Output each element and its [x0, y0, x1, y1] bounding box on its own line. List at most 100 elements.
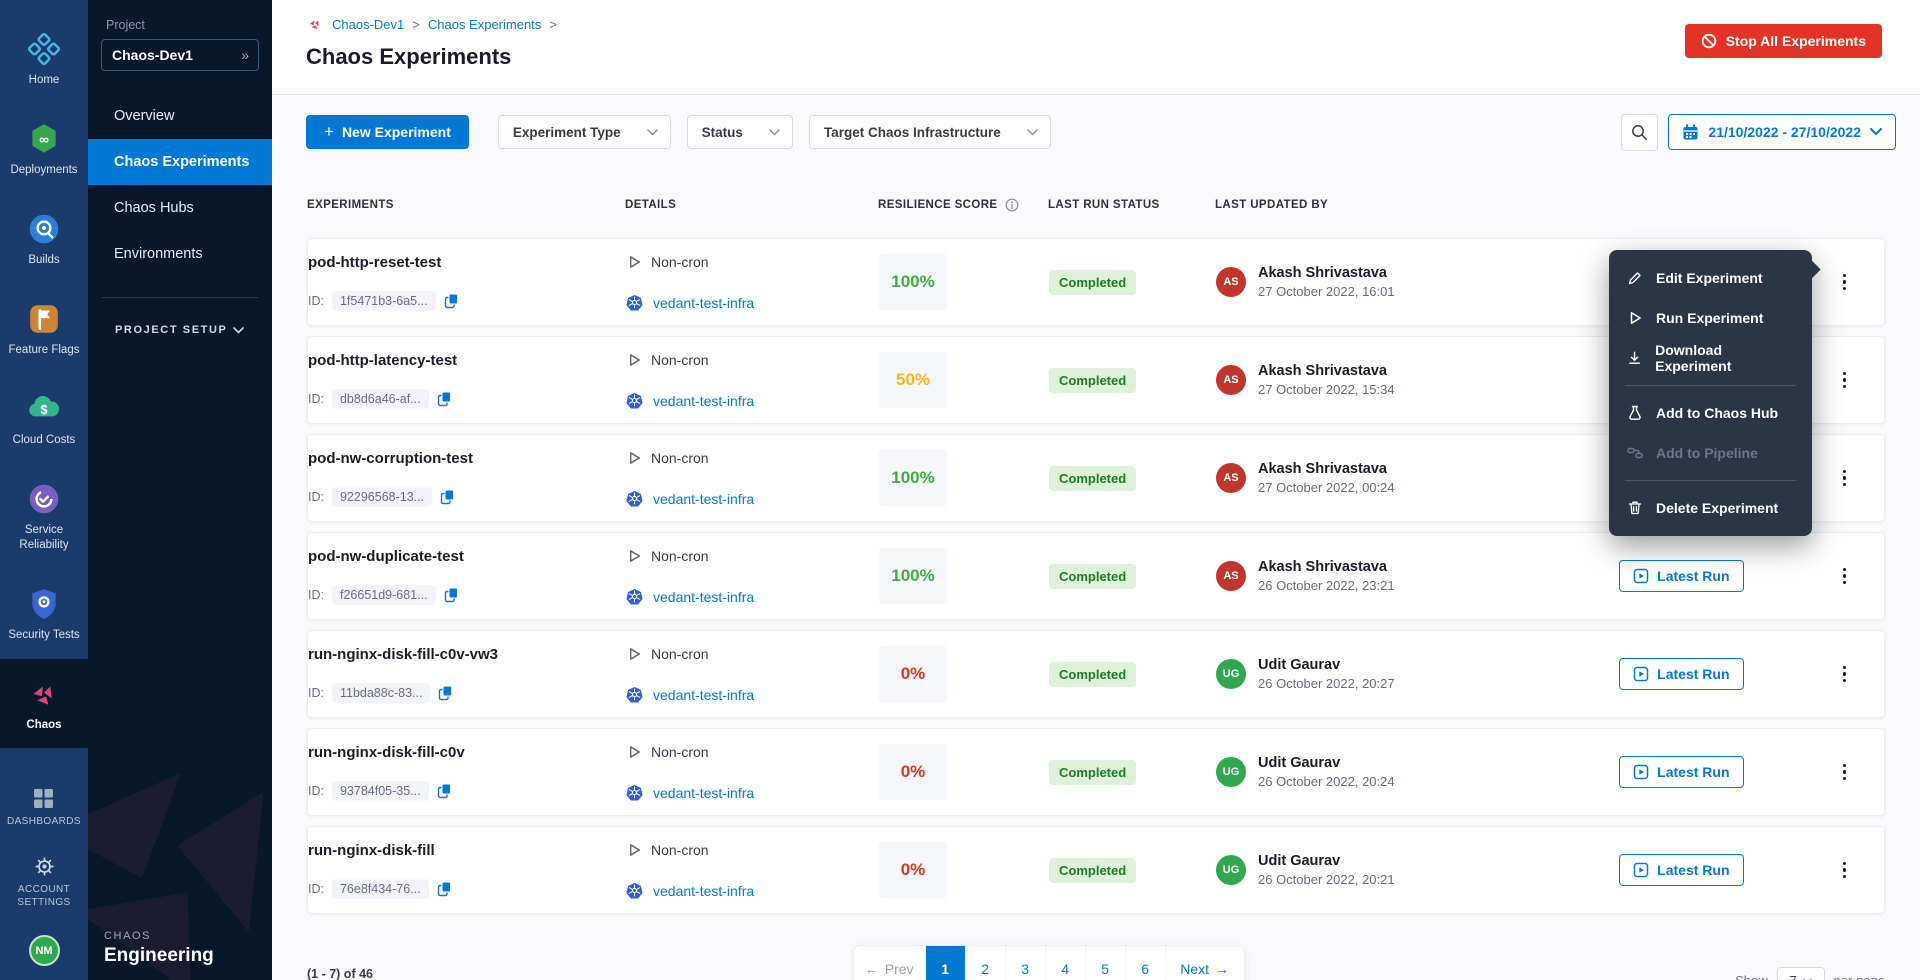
filter-experiment-type[interactable]: Experiment Type [498, 115, 671, 149]
menu-item-delete-experiment[interactable]: Delete Experiment [1609, 488, 1812, 528]
copy-icon[interactable] [440, 489, 455, 505]
experiment-name[interactable]: pod-http-latency-test [308, 352, 457, 369]
page-size-select[interactable]: 7 [1777, 967, 1825, 980]
infrastructure-link[interactable]: vedant-test-infra [653, 883, 754, 899]
latest-run-button[interactable]: Latest Run [1619, 560, 1743, 592]
info-icon[interactable] [1005, 198, 1019, 212]
calendar-icon [1682, 124, 1699, 141]
latest-run-button[interactable]: Latest Run [1619, 756, 1743, 788]
infrastructure-link[interactable]: vedant-test-infra [653, 393, 754, 409]
row-menu-button[interactable] [1838, 563, 1852, 590]
page-button-1[interactable]: 1 [926, 945, 966, 980]
row-menu-button[interactable] [1838, 661, 1852, 688]
menu-item-label: Add to Chaos Hub [1656, 405, 1778, 421]
row-menu-button[interactable] [1838, 465, 1852, 492]
next-page-button[interactable]: Next→ [1166, 945, 1244, 980]
sidebar-module-service-reliability[interactable]: Service Reliability [0, 464, 88, 569]
page-button-4[interactable]: 4 [1046, 945, 1086, 980]
page-button-6[interactable]: 6 [1126, 945, 1166, 980]
experiment-cell: pod-nw-corruption-test ID: 92296568-13..… [308, 435, 626, 521]
experiment-id-value: 76e8f434-76... [332, 879, 429, 899]
experiment-id-value: 1f5471b3-6a5... [332, 291, 436, 311]
resilience-score: 100% [879, 450, 947, 506]
infrastructure-link[interactable]: vedant-test-infra [653, 295, 754, 311]
copy-icon[interactable] [437, 783, 452, 799]
svg-text:∞: ∞ [39, 132, 49, 147]
chevron-down-icon [1027, 129, 1038, 136]
nav-item-chaos-hubs[interactable]: Chaos Hubs [88, 185, 272, 231]
sidebar-module-builds[interactable]: Builds [0, 194, 88, 284]
experiment-name[interactable]: run-nginx-disk-fill-c0v-vw3 [308, 646, 498, 663]
filter-label: Target Chaos Infrastructure [824, 125, 1001, 140]
details-cell: Non-cron vedant-test-infra [626, 239, 879, 325]
breadcrumb-page[interactable]: Chaos Experiments [428, 17, 541, 32]
experiment-name[interactable]: run-nginx-disk-fill-c0v [308, 744, 465, 761]
page-button-2[interactable]: 2 [966, 945, 1006, 980]
copy-icon[interactable] [437, 881, 452, 897]
menu-item-edit-experiment[interactable]: Edit Experiment [1609, 258, 1812, 298]
row-menu-button[interactable] [1838, 857, 1852, 884]
row-menu-button[interactable] [1838, 269, 1852, 296]
breadcrumb-project[interactable]: Chaos-Dev1 [332, 17, 404, 32]
experiment-row: run-nginx-disk-fill ID: 76e8f434-76... N… [307, 826, 1885, 914]
row-menu-button[interactable] [1838, 367, 1852, 394]
experiment-name[interactable]: pod-nw-corruption-test [308, 450, 473, 467]
sidebar-module-cloud-costs[interactable]: $ Cloud Costs [0, 374, 88, 464]
nav-item-environments[interactable]: Environments [88, 231, 272, 277]
nav-item-label: Chaos Experiments [114, 154, 249, 170]
experiment-name[interactable]: run-nginx-disk-fill [308, 842, 435, 859]
latest-run-button[interactable]: Latest Run [1619, 658, 1743, 690]
sidebar-module-feature-flags[interactable]: Feature Flags [0, 284, 88, 374]
experiment-id-value: 93784f05-35... [332, 781, 429, 801]
toolbar: + New Experiment Experiment Type Status … [272, 95, 1920, 156]
experiment-name[interactable]: pod-nw-duplicate-test [308, 548, 464, 565]
sidebar-module-deployments[interactable]: ∞ Deployments [0, 104, 88, 194]
nav-item-overview[interactable]: Overview [88, 93, 272, 139]
menu-item-run-experiment[interactable]: Run Experiment [1609, 298, 1812, 338]
sidebar-module-security-tests[interactable]: Security Tests [0, 569, 88, 659]
sidebar-account-settings[interactable]: ACCOUNT SETTINGS [9, 856, 79, 909]
infrastructure-link[interactable]: vedant-test-infra [653, 687, 754, 703]
menu-item-add-to-pipeline[interactable]: Add to Pipeline [1609, 433, 1812, 473]
menu-item-download-experiment[interactable]: Download Experiment [1609, 338, 1812, 378]
project-selector[interactable]: Chaos-Dev1 » [101, 39, 259, 71]
page-button-5[interactable]: 5 [1086, 945, 1126, 980]
copy-icon[interactable] [437, 391, 452, 407]
user-name: Akash Shrivastava [1258, 363, 1395, 379]
copy-icon[interactable] [444, 293, 459, 309]
infrastructure-link[interactable]: vedant-test-infra [653, 785, 754, 801]
sidebar-module-chaos[interactable]: Chaos [0, 659, 88, 749]
copy-icon[interactable] [438, 685, 453, 701]
latest-run-label: Latest Run [1657, 764, 1729, 780]
date-range-button[interactable]: 21/10/2022 - 27/10/2022 [1668, 114, 1896, 150]
latest-run-icon [1633, 764, 1649, 780]
user-avatar[interactable]: NM [29, 935, 60, 966]
user-avatar: UG [1216, 757, 1246, 787]
expand-icon[interactable]: » [241, 47, 249, 63]
infrastructure-line: vedant-test-infra [626, 294, 754, 311]
nav-item-chaos-experiments[interactable]: Chaos Experiments [88, 139, 272, 185]
experiment-name[interactable]: pod-http-reset-test [308, 254, 441, 271]
prev-page-button[interactable]: ←Prev [854, 945, 926, 980]
infrastructure-line: vedant-test-infra [626, 784, 754, 801]
infrastructure-link[interactable]: vedant-test-infra [653, 589, 754, 605]
filter-target-infrastructure[interactable]: Target Chaos Infrastructure [809, 115, 1051, 149]
row-menu-button[interactable] [1838, 759, 1852, 786]
svg-text:$: $ [40, 403, 47, 417]
filter-status[interactable]: Status [687, 115, 793, 149]
user-name: Udit Gaurav [1258, 657, 1395, 673]
latest-run-button[interactable]: Latest Run [1619, 854, 1743, 886]
project-setup-toggle[interactable]: PROJECT SETUP [88, 298, 272, 336]
sidebar-dashboards[interactable]: DASHBOARDS [7, 788, 81, 828]
infrastructure-link[interactable]: vedant-test-infra [653, 491, 754, 507]
new-experiment-button[interactable]: + New Experiment [306, 115, 469, 149]
stop-all-experiments-button[interactable]: Stop All Experiments [1685, 24, 1882, 58]
status-cell: Completed [1049, 533, 1216, 619]
next-label: Next [1180, 961, 1209, 977]
page-button-3[interactable]: 3 [1006, 945, 1046, 980]
sidebar-module-home[interactable]: Home [0, 14, 88, 104]
menu-item-add-to-chaos-hub[interactable]: Add to Chaos Hub [1609, 393, 1812, 433]
search-button[interactable] [1621, 114, 1658, 151]
copy-icon[interactable] [444, 587, 459, 603]
column-header-last-run-status: LAST RUN STATUS [1048, 198, 1215, 212]
